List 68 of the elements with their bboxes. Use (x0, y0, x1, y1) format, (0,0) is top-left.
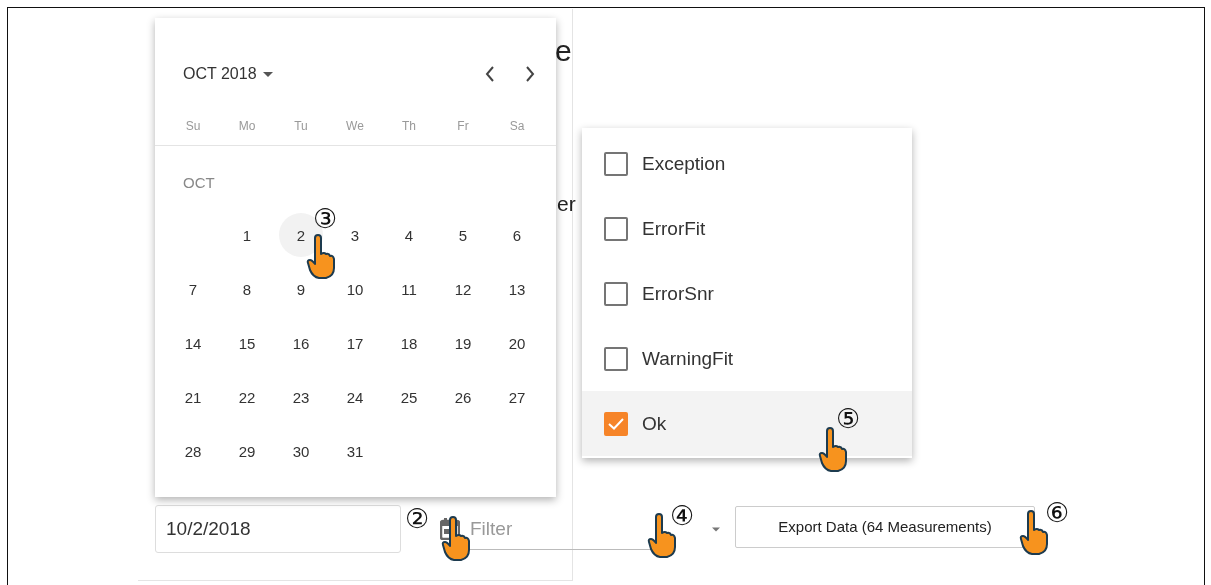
option-label: WarningFit (642, 347, 734, 370)
calendar-day[interactable]: 24 (333, 375, 377, 419)
calendar-day[interactable]: 26 (441, 375, 485, 419)
calendar-day[interactable]: 4 (387, 213, 431, 257)
month-selector[interactable]: OCT 2018 (183, 65, 273, 83)
calendar-day[interactable]: 27 (495, 375, 539, 419)
calendar-day[interactable]: 12 (441, 267, 485, 311)
calendar-day[interactable]: 13 (495, 267, 539, 311)
hand-pointer-icon (1019, 510, 1049, 556)
checkbox[interactable] (604, 151, 628, 176)
filter-option[interactable]: ErrorFit (582, 196, 912, 261)
weekday-label: Tu (293, 119, 309, 135)
calendar-day[interactable]: 7 (171, 267, 215, 311)
hand-pointer-icon (441, 516, 471, 562)
checkbox[interactable] (604, 281, 628, 306)
option-label: Exception (642, 152, 726, 175)
weekday-label: Th (401, 119, 417, 135)
caret-icon (262, 71, 273, 77)
calendar-day[interactable]: 10 (333, 267, 377, 311)
calendar-day[interactable]: 6 (495, 213, 539, 257)
filter-option[interactable]: Exception (582, 131, 912, 196)
calendar-day[interactable]: 25 (387, 375, 431, 419)
calendar-day[interactable]: 23 (279, 375, 323, 419)
step-number: ④ (670, 502, 695, 529)
calendar-day[interactable]: 1 (225, 213, 269, 257)
weekday-label: Fr (456, 119, 470, 135)
option-label: ErrorSnr (642, 282, 714, 305)
check-icon (608, 417, 624, 430)
calendar-day[interactable]: 17 (333, 321, 377, 365)
calendar-day[interactable]: 30 (279, 429, 323, 473)
option-label: ErrorFit (642, 217, 706, 240)
weekday-label: Mo (237, 119, 257, 135)
calendar-day[interactable]: 8 (225, 267, 269, 311)
checkbox[interactable] (604, 346, 628, 371)
caret-icon (712, 526, 720, 532)
hand-pointer-icon (818, 427, 848, 473)
step-number: ⑥ (1045, 499, 1070, 526)
option-label: Ok (642, 412, 667, 435)
hand-pointer-icon (306, 234, 336, 280)
calendar-day[interactable]: 5 (441, 213, 485, 257)
weekday-label: We (345, 119, 365, 135)
calendar-day[interactable]: 20 (495, 321, 539, 365)
calendar-day[interactable]: 19 (441, 321, 485, 365)
filter-option[interactable]: ErrorSnr (582, 261, 912, 326)
calendar-day[interactable]: 31 (333, 429, 377, 473)
calendar-day[interactable]: 18 (387, 321, 431, 365)
calendar-day[interactable]: 21 (171, 375, 215, 419)
heading-fragment: e (555, 34, 572, 68)
calendar-day[interactable]: 28 (171, 429, 215, 473)
step-number: ⑤ (836, 405, 861, 432)
calendar-day[interactable]: 11 (387, 267, 431, 311)
filter-option[interactable]: WarningFit (582, 326, 912, 391)
calendar-day[interactable]: 15 (225, 321, 269, 365)
checkbox[interactable] (604, 216, 628, 241)
calendar-day[interactable]: 29 (225, 429, 269, 473)
previous-month-button[interactable] (484, 65, 496, 83)
next-month-button[interactable] (524, 65, 536, 83)
label-fragment: er (557, 192, 576, 216)
calendar-day[interactable]: 14 (171, 321, 215, 365)
calendar-day[interactable]: 16 (279, 321, 323, 365)
calendar-day[interactable]: 9 (279, 267, 323, 311)
month-section-label: OCT (182, 173, 216, 192)
step-number: ② (405, 505, 430, 532)
calendar-day[interactable]: 22 (225, 375, 269, 419)
weekday-label: Sa (508, 119, 526, 135)
weekday-label: Su (184, 119, 202, 135)
checkbox[interactable] (604, 411, 628, 436)
date-field[interactable]: 10/2/2018 (155, 505, 401, 553)
